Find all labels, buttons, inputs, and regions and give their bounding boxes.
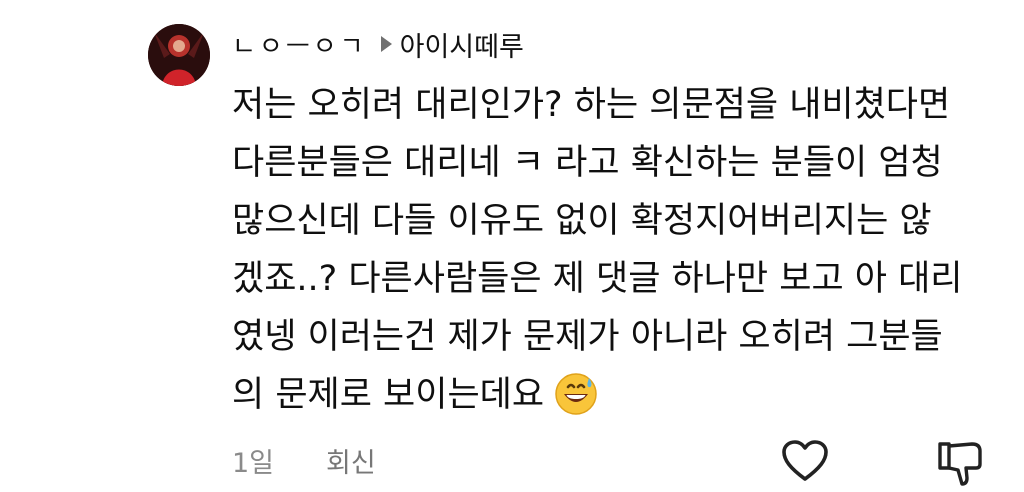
comment-text: 저는 오히려 대리인가? 하는 의문점을 내비쳤다면 다른분들은 대리네 ㅋ 라… bbox=[232, 76, 1012, 434]
comment-line: 였넹 이러는건 제가 문제가 아니라 오히려 그분들 bbox=[232, 317, 943, 357]
avatar[interactable] bbox=[148, 24, 210, 86]
heart-outline-icon[interactable] bbox=[780, 438, 830, 488]
triangle-right-icon bbox=[380, 36, 392, 52]
grinning-face-with-sweat-icon bbox=[554, 372, 598, 434]
comment-line: 겠죠..? 다른사람들은 제 댓글 하나만 보고 아 대리 bbox=[232, 259, 963, 299]
thumbs-down-outline-icon[interactable] bbox=[936, 438, 986, 492]
comment-timestamp: 1일 bbox=[232, 447, 275, 479]
avatar-image bbox=[148, 24, 210, 86]
reply-button[interactable]: 회신 bbox=[326, 441, 376, 480]
comment-line-last: 의 문제로 보이는데요 bbox=[232, 366, 1012, 434]
comment-line: 의 문제로 보이는데요 bbox=[232, 375, 545, 415]
comment-line: 많으신데 다들 이유도 없이 확정지어버리지는 않 bbox=[232, 201, 932, 241]
comment-line: 저는 오히려 대리인가? 하는 의문점을 내비쳤다면 bbox=[232, 85, 951, 125]
comment-header: ㄴㅇㅡㅇㄱ 아이시떼루 bbox=[232, 24, 524, 64]
comment-footer: 1일 회신 bbox=[232, 440, 376, 480]
comment-line: 다른분들은 대리네 ㅋ 라고 확신하는 분들이 엄청 bbox=[232, 143, 943, 183]
comment-item: ㄴㅇㅡㅇㄱ 아이시떼루 저는 오히려 대리인가? 하는 의문점을 내비쳤다면 다… bbox=[0, 0, 1024, 487]
reply-to-name[interactable]: 아이시떼루 bbox=[400, 25, 524, 64]
author-name[interactable]: ㄴㅇㅡㅇㄱ bbox=[232, 26, 367, 63]
